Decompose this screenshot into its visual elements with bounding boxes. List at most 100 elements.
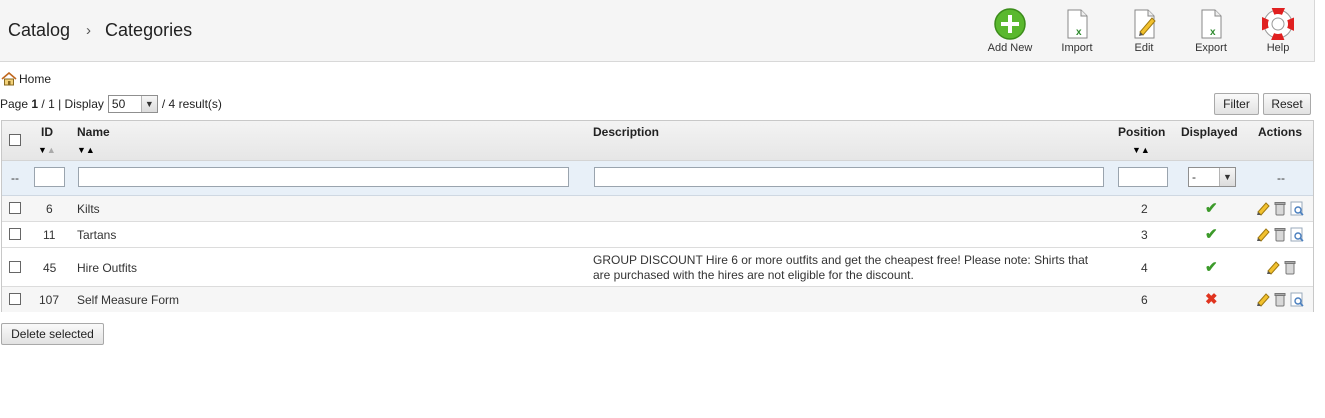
help-label: Help [1266,42,1290,54]
table-row[interactable]: 45 Hire Outfits GROUP DISCOUNT Hire 6 or… [2,248,1313,287]
per-page-select[interactable]: 50 ▼ [107,95,158,113]
delete-selected-button[interactable]: Delete selected [1,323,104,345]
svg-text:x: x [1076,27,1082,38]
sort-asc-icon[interactable]: ▲ [86,145,95,155]
view-icon[interactable] [1290,292,1304,307]
id-filter-input[interactable] [34,167,65,187]
display-label: | Display [58,97,104,111]
row-position: 6 [1141,293,1148,307]
delete-icon[interactable] [1273,227,1287,242]
add-new-label: Add New [987,42,1033,54]
displayed-filter-select[interactable]: - ▼ [1188,167,1236,187]
column-displayed: Displayed [1181,125,1238,139]
enabled-check-icon[interactable]: ✔ [1205,225,1218,243]
delete-icon[interactable] [1273,201,1287,216]
row-actions [1256,227,1304,242]
edit-icon [1134,9,1156,39]
name-sort: ▼▲ [77,146,95,155]
row-description-line1: GROUP DISCOUNT Hire 6 or more outfits an… [593,253,1089,267]
row-actions [1256,292,1304,307]
filter-button[interactable]: Filter [1214,93,1259,115]
enabled-check-icon[interactable]: ✔ [1205,199,1218,217]
current-page: 1 [31,97,39,111]
categories-table: ID ▼▲ Name ▼▲ Description Position ▼▲ Di… [1,120,1314,312]
select-all-checkbox[interactable] [9,134,21,146]
position-filter-input[interactable] [1118,167,1168,187]
sort-asc-icon[interactable]: ▲ [1141,145,1150,155]
table-row[interactable]: 107 Self Measure Form 6 ✖ [2,287,1313,312]
svg-text:x: x [1210,27,1216,38]
page-prefix: Page [0,97,29,111]
export-label: Export [1195,42,1227,54]
help-button[interactable]: Help [1248,8,1308,58]
edit-icon[interactable] [1256,227,1270,242]
table-row[interactable]: 6 Kilts 2 ✔ [2,196,1313,222]
row-id: 107 [39,293,60,307]
import-icon: x [1067,9,1088,39]
row-position: 4 [1141,261,1148,275]
home-link[interactable]: Home [1,72,51,86]
position-sort: ▼▲ [1132,146,1150,155]
sort-desc-icon[interactable]: ▼ [1132,145,1141,155]
disabled-cross-icon[interactable]: ✖ [1205,290,1218,308]
enabled-check-icon[interactable]: ✔ [1205,258,1218,276]
toolbar: Catalog › Categories Add New x Import Ed… [0,0,1315,62]
breadcrumb-catalog[interactable]: Catalog [8,20,70,41]
table-row[interactable]: 11 Tartans 3 ✔ [2,222,1313,248]
sort-desc-icon[interactable]: ▼ [77,145,86,155]
row-id: 6 [46,202,53,216]
row-description-line2: are purchased with the hires are not eli… [593,268,914,282]
column-name[interactable]: Name [77,125,110,139]
breadcrumb-separator-icon: › [86,22,92,39]
row-id: 11 [43,228,56,242]
column-actions: Actions [1258,125,1303,139]
edit-icon[interactable] [1256,292,1270,307]
edit-button[interactable]: Edit [1114,8,1174,58]
view-icon[interactable] [1290,227,1304,242]
row-actions [1256,201,1304,216]
breadcrumb: Catalog › Categories [8,20,192,41]
row-position: 2 [1141,202,1148,216]
actions-filter-placeholder: -- [1277,171,1285,185]
edit-icon[interactable] [1266,260,1280,275]
row-checkbox[interactable] [9,228,21,240]
column-position[interactable]: Position [1118,125,1165,139]
row-checkbox[interactable] [9,202,21,214]
name-filter-input[interactable] [78,167,569,187]
total-pages: / 1 [41,97,55,111]
table-header: ID ▼▲ Name ▼▲ Description Position ▼▲ Di… [2,121,1313,161]
pagination: Page 1 / 1 | Display 50 ▼ / 4 result(s) [0,95,222,113]
row-name: Kilts [77,202,100,216]
home-label: Home [19,72,52,86]
add-new-button[interactable]: Add New [980,8,1040,58]
view-icon[interactable] [1290,201,1304,216]
edit-icon[interactable] [1256,201,1270,216]
description-filter-input[interactable] [594,167,1104,187]
row-actions [1266,260,1297,275]
lifebuoy-icon [1262,8,1294,40]
export-button[interactable]: x Export [1181,8,1241,58]
edit-label: Edit [1134,42,1154,54]
row-id: 45 [43,261,57,275]
result-count: / 4 result(s) [161,97,222,111]
sort-desc-icon[interactable]: ▼ [38,145,47,155]
sort-asc-icon[interactable]: ▲ [47,145,56,155]
row-name: Tartans [77,228,117,242]
row-position: 3 [1141,228,1148,242]
filter-placeholder: -- [11,171,19,185]
import-button[interactable]: x Import [1047,8,1107,58]
chevron-down-icon: ▼ [1219,168,1235,186]
delete-icon[interactable] [1283,260,1297,275]
page-title: Categories [105,20,193,40]
row-checkbox[interactable] [9,293,21,305]
import-label: Import [1061,42,1093,54]
home-icon [1,72,17,86]
id-sort: ▼▲ [38,146,56,155]
delete-icon[interactable] [1273,292,1287,307]
row-checkbox[interactable] [9,261,21,273]
displayed-filter-value: - [1192,170,1196,184]
reset-button[interactable]: Reset [1263,93,1311,115]
per-page-value: 50 [111,97,126,111]
column-id[interactable]: ID [41,125,53,139]
filter-row: -- - ▼ -- [2,161,1313,196]
